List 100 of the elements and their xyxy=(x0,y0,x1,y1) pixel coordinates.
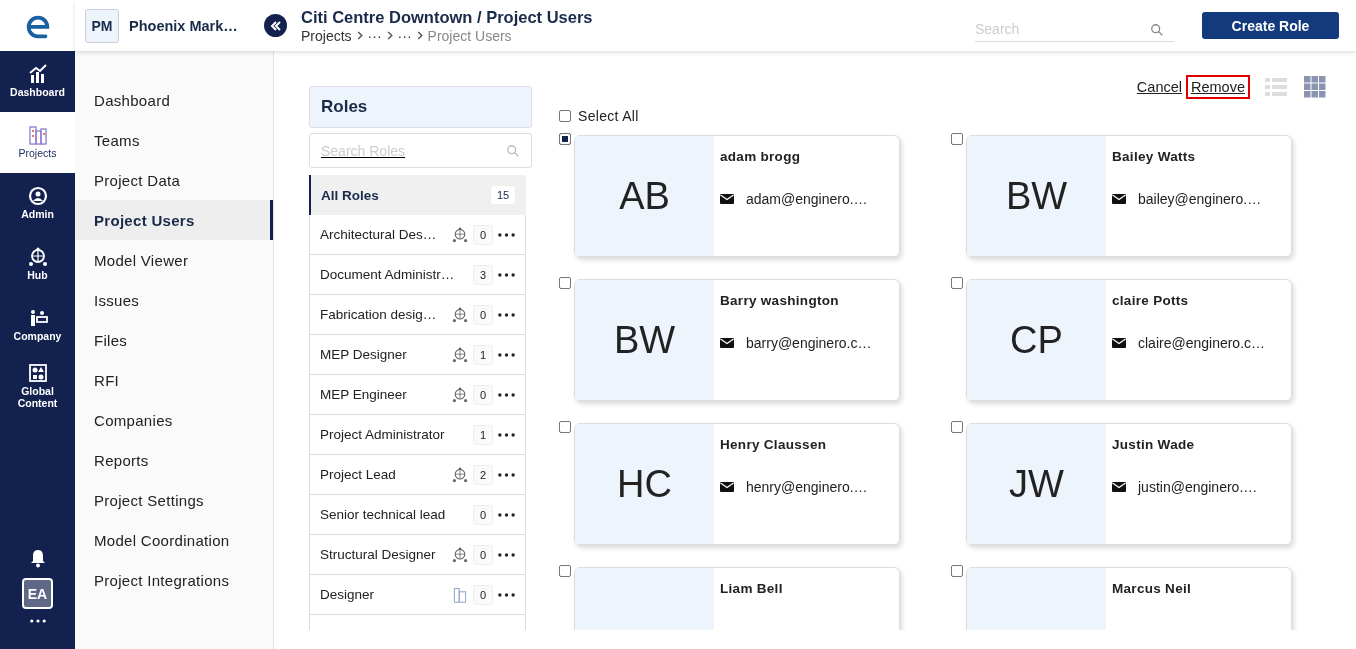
nav-item[interactable]: Reports xyxy=(75,440,273,480)
role-item[interactable]: Structural Designer 0 xyxy=(309,535,526,575)
user-card[interactable]: HC Henry Claussen henry@enginero.… xyxy=(574,423,900,545)
collapse-button[interactable] xyxy=(264,14,287,37)
envelope-icon xyxy=(1112,482,1126,492)
project-badge: PM xyxy=(85,8,119,43)
user-card[interactable]: Liam Bell xyxy=(574,567,900,630)
count-badge: 15 xyxy=(490,185,516,205)
user-initials: CP xyxy=(1010,318,1063,362)
rail-nav-item[interactable]: Dashboard xyxy=(0,51,75,112)
count-badge: 1 xyxy=(473,424,493,445)
role-item[interactable]: Project Lead 2 xyxy=(309,455,526,495)
nav-item[interactable]: Issues xyxy=(75,280,273,320)
role-name: MEP Designer xyxy=(320,347,408,362)
user-name: Marcus Neil xyxy=(1112,581,1192,596)
shapes-icon xyxy=(27,363,48,384)
project-name[interactable]: Phoenix Mark… xyxy=(129,17,238,34)
user-name: Henry Claussen xyxy=(720,437,828,452)
nav-item[interactable]: Project Settings xyxy=(75,480,273,520)
nav-item[interactable]: RFI xyxy=(75,360,273,400)
user-checkbox[interactable] xyxy=(559,421,571,433)
more-icon[interactable] xyxy=(498,232,515,237)
more-icon[interactable] xyxy=(498,472,515,477)
count-badge: 0 xyxy=(473,304,493,325)
role-item[interactable]: Project Administrator 1 xyxy=(309,415,526,455)
rail-nav-item[interactable]: Hub xyxy=(0,234,75,295)
select-all-label: Select All xyxy=(578,108,639,124)
more-icon[interactable] xyxy=(498,592,515,597)
breadcrumb-link[interactable]: Project Users xyxy=(427,27,512,44)
nav-item[interactable]: Project Users xyxy=(75,200,273,240)
role-item[interactable]: Document Administr… 3 xyxy=(309,255,526,295)
rail-nav-item[interactable]: Projects xyxy=(0,112,75,173)
user-checkbox[interactable] xyxy=(951,421,963,433)
role-item[interactable]: MEP Designer 1 xyxy=(309,335,526,375)
user-checkbox[interactable] xyxy=(951,277,963,289)
user-card[interactable]: BW Barry washington barry@enginero.c… xyxy=(574,279,900,401)
double-chevron-icon xyxy=(269,19,282,32)
role-item[interactable]: MEP Engineer 0 xyxy=(309,375,526,415)
count-badge: 0 xyxy=(473,504,493,525)
user-checkbox[interactable] xyxy=(559,133,571,145)
remove-link[interactable]: Remove xyxy=(1188,77,1248,97)
user-card[interactable]: Marcus Neil xyxy=(966,567,1292,630)
user-card[interactable]: CP claire Potts claire@enginero.c… xyxy=(966,279,1292,401)
user-checkbox[interactable] xyxy=(559,565,571,577)
globe-people-icon xyxy=(452,346,468,363)
nav-item[interactable]: Companies xyxy=(75,400,273,440)
user-checkbox[interactable] xyxy=(559,277,571,289)
more-icon[interactable] xyxy=(498,432,515,437)
more-icon[interactable] xyxy=(498,392,515,397)
more-icon[interactable] xyxy=(498,312,515,317)
more-icon[interactable] xyxy=(498,552,515,557)
more-icon[interactable] xyxy=(29,619,46,623)
breadcrumb-link[interactable]: ··· xyxy=(397,27,412,44)
nav-item[interactable]: Files xyxy=(75,320,273,360)
role-item[interactable]: Senior technical lead 0 xyxy=(309,495,526,535)
chart-icon xyxy=(27,64,48,85)
user-avatar[interactable]: EA xyxy=(22,578,53,609)
grid-view-icon[interactable] xyxy=(1304,76,1326,98)
role-name: Project Lead xyxy=(320,467,397,482)
globe-people-icon xyxy=(452,226,468,243)
role-item[interactable]: Fabrication desig… 0 xyxy=(309,295,526,335)
user-card[interactable]: BW Bailey Watts bailey@enginero.… xyxy=(966,135,1292,257)
user-email: henry@enginero.… xyxy=(746,479,868,495)
breadcrumb-link[interactable]: Projects xyxy=(301,27,352,44)
role-name: Project Administrator xyxy=(320,427,446,442)
more-icon[interactable] xyxy=(498,272,515,277)
user-initials: JW xyxy=(1009,462,1064,506)
buildings-icon xyxy=(452,586,468,603)
user-card[interactable]: AB adam brogg adam@enginero.… xyxy=(574,135,900,257)
create-role-button[interactable]: Create Role xyxy=(1202,12,1339,39)
nav-item[interactable]: Model Viewer xyxy=(75,240,273,280)
user-checkbox[interactable] xyxy=(951,133,963,145)
rail-nav-item[interactable]: Company xyxy=(0,295,75,356)
nav-item[interactable]: Project Integrations xyxy=(75,560,273,600)
breadcrumb-link[interactable]: ··· xyxy=(367,27,382,44)
user-email: bailey@enginero.… xyxy=(1138,191,1262,207)
cancel-link[interactable]: Cancel xyxy=(1133,77,1185,97)
nav-item[interactable]: Model Coordination xyxy=(75,520,273,560)
role-name: Document Administr… xyxy=(320,267,456,282)
more-icon[interactable] xyxy=(498,352,515,357)
rail-nav-item[interactable]: Admin xyxy=(0,173,75,234)
rail-nav-item[interactable]: Global Content xyxy=(0,356,75,417)
role-item[interactable]: Architectural Des… 0 xyxy=(309,215,526,255)
user-email: justin@enginero.… xyxy=(1138,479,1258,495)
nav-item[interactable]: Project Data xyxy=(75,160,273,200)
nav-item[interactable]: Dashboard xyxy=(75,80,273,120)
user-card[interactable]: JW Justin Wade justin@enginero.… xyxy=(966,423,1292,545)
user-checkbox[interactable] xyxy=(951,565,963,577)
globe-people-icon xyxy=(452,546,468,563)
nav-item[interactable]: Teams xyxy=(75,120,273,160)
select-all-checkbox[interactable] xyxy=(559,110,571,122)
role-item[interactable]: All Roles 15 xyxy=(309,175,526,215)
roles-header: Roles xyxy=(309,86,532,128)
role-item[interactable]: Designer 0 xyxy=(309,575,526,615)
globe-people-icon xyxy=(452,466,468,483)
search-icon[interactable] xyxy=(1150,22,1164,37)
role-name: Architectural Des… xyxy=(320,227,438,242)
more-icon[interactable] xyxy=(498,512,515,517)
envelope-icon xyxy=(1112,338,1126,348)
user-name: Bailey Watts xyxy=(1112,149,1197,164)
